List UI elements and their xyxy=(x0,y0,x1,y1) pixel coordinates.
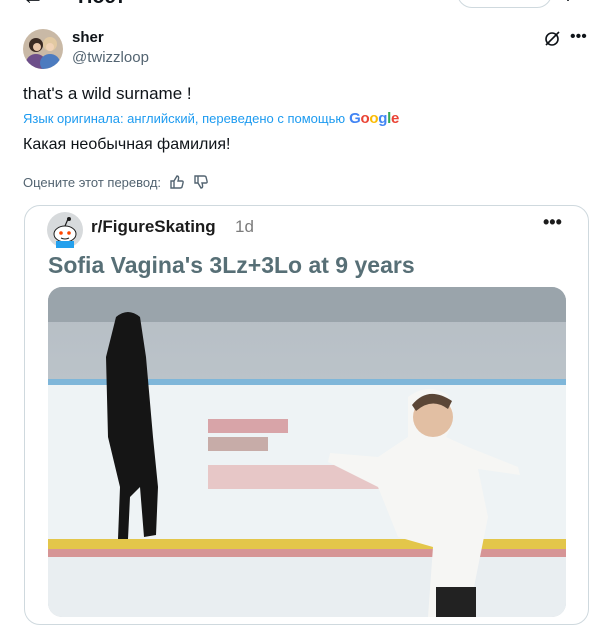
top-bar: ← Пост Ответить xyxy=(0,0,598,12)
subreddit-name[interactable]: r/FigureSkating xyxy=(91,217,216,237)
translation-note: Язык оригинала: английский, переведено с… xyxy=(23,111,346,126)
translation-attribution: Язык оригинала: английский, переведено с… xyxy=(23,110,399,127)
grok-icon[interactable] xyxy=(543,30,561,48)
back-arrow-icon[interactable]: ← xyxy=(22,0,44,8)
author-handle[interactable]: @twizzloop xyxy=(72,49,149,66)
tweet-text: that's a wild surname ! xyxy=(23,84,192,103)
translated-text: Какая необычная фамилия! xyxy=(23,136,231,153)
rate-label: Оцените этот перевод: xyxy=(23,174,162,190)
embed-post-title[interactable]: Sofia Vagina's 3Lz+3Lo at 9 years xyxy=(48,252,415,279)
rate-translation: Оцените этот перевод: xyxy=(23,174,209,190)
video-thumbnail[interactable] xyxy=(48,287,566,617)
reddit-embed-card[interactable]: r/FigureSkating 1d ••• Sofia Vagina's 3L… xyxy=(24,205,589,625)
reddit-snoo-icon xyxy=(47,212,83,248)
more-options-icon[interactable]: ••• xyxy=(543,212,562,233)
avatar[interactable] xyxy=(23,29,63,69)
sliders-icon[interactable] xyxy=(562,0,580,4)
thumbs-up-icon[interactable] xyxy=(169,174,185,190)
more-options-icon[interactable]: ••• xyxy=(570,28,587,46)
author-name[interactable]: sher xyxy=(72,29,104,46)
thumbs-down-icon[interactable] xyxy=(193,174,209,190)
page-title: Пост xyxy=(78,0,125,8)
google-logo: Google xyxy=(349,110,400,127)
reply-button[interactable]: Ответить xyxy=(457,0,552,8)
post-age: 1d xyxy=(235,217,254,236)
